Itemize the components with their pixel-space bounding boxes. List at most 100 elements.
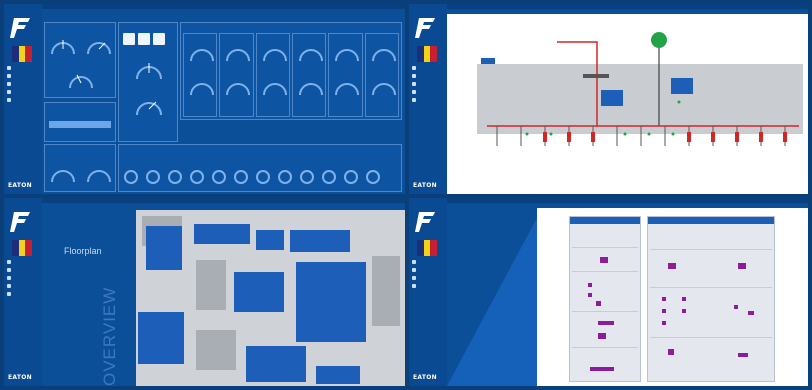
tag-label — [481, 58, 495, 64]
eaton-logo-icon — [415, 18, 435, 38]
floorplan-title: Floorplan — [64, 246, 102, 256]
room[interactable] — [146, 226, 182, 270]
device-marker[interactable] — [738, 263, 746, 269]
gauge — [69, 74, 93, 89]
device-marker[interactable] — [682, 309, 686, 313]
column-header — [570, 217, 640, 224]
top-bar — [42, 198, 405, 203]
trends-icon — [7, 89, 11, 94]
device-marker[interactable] — [748, 311, 754, 315]
eaton-wordmark: EATON — [8, 374, 32, 381]
room[interactable] — [194, 224, 250, 244]
device-marker[interactable] — [600, 257, 608, 263]
nav-item-trends[interactable] — [7, 282, 41, 289]
device-marker[interactable] — [662, 321, 666, 325]
device-marker[interactable] — [590, 367, 614, 371]
device-marker[interactable] — [598, 321, 614, 325]
gauge — [136, 101, 162, 116]
nav-item-alarms[interactable] — [412, 274, 446, 281]
nav-item-home[interactable] — [412, 258, 446, 265]
nav-item-trends[interactable] — [412, 282, 446, 289]
eaton-wordmark: EATON — [8, 182, 32, 189]
room[interactable] — [296, 262, 366, 342]
control-button[interactable] — [138, 33, 150, 45]
supply-gauges-box — [44, 22, 116, 98]
alarms-icon — [412, 81, 416, 86]
eaton-wordmark: EATON — [413, 182, 437, 189]
devices-icon — [7, 267, 11, 272]
control-buttons — [123, 33, 165, 45]
nav-list — [7, 64, 41, 104]
device-marker[interactable] — [734, 305, 738, 309]
single-line-diagram — [477, 32, 803, 146]
nav-item-alarms[interactable] — [7, 80, 41, 87]
devices-icon — [412, 267, 416, 272]
top-bar — [42, 4, 405, 9]
sidebar: EATON — [4, 4, 42, 194]
device-marker[interactable] — [682, 297, 686, 301]
power-quality-box — [44, 102, 116, 142]
home-icon — [412, 259, 416, 264]
device-marker[interactable] — [662, 309, 666, 313]
device-marker[interactable] — [662, 297, 666, 301]
diagram-canvas — [447, 14, 808, 194]
device-marker[interactable] — [738, 353, 748, 357]
nav-item-devices[interactable] — [412, 72, 446, 79]
device-marker[interactable] — [598, 333, 606, 339]
power-quality-bar — [49, 121, 111, 128]
decorative-stripe — [447, 218, 537, 386]
alarms-icon — [7, 275, 11, 280]
transformer-box — [118, 144, 402, 192]
home-icon — [7, 65, 11, 70]
gauge — [51, 40, 75, 55]
switchboard-panel: EATON — [409, 198, 808, 386]
control-button[interactable] — [153, 33, 165, 45]
sidebar: EATON — [409, 198, 447, 386]
column-header — [648, 217, 774, 224]
device-marker[interactable] — [668, 349, 674, 355]
device-marker[interactable] — [668, 263, 676, 269]
room[interactable] — [290, 230, 350, 252]
devices-icon — [7, 73, 11, 78]
device-tile — [601, 90, 623, 106]
bottom-gauges-box — [44, 144, 116, 192]
feeder-card[interactable] — [291, 33, 327, 117]
nav-item-settings[interactable] — [7, 290, 41, 297]
nav-item-trends[interactable] — [412, 88, 446, 95]
room[interactable] — [234, 272, 284, 312]
nav-item-alarms[interactable] — [7, 274, 41, 281]
nav-item-devices[interactable] — [7, 72, 41, 79]
trends-icon — [412, 283, 416, 288]
settings-icon — [7, 97, 11, 102]
nav-item-devices[interactable] — [7, 266, 41, 273]
feeder-row — [183, 33, 399, 117]
room[interactable] — [246, 346, 306, 382]
top-bar — [447, 4, 808, 9]
nav-item-home[interactable] — [7, 258, 41, 265]
room[interactable] — [256, 230, 284, 250]
nav-item-home[interactable] — [412, 64, 446, 71]
nav-item-settings[interactable] — [7, 96, 41, 103]
sidebar: EATON — [4, 198, 42, 386]
feeder-card[interactable] — [183, 33, 218, 117]
device-marker[interactable] — [596, 301, 601, 306]
device-marker[interactable] — [588, 293, 592, 297]
device-marker[interactable] — [588, 283, 592, 287]
floorplan-panel: EATON Floorplan OVERVIEW — [4, 198, 405, 386]
feeder-card[interactable] — [255, 33, 290, 117]
feeder-card[interactable] — [364, 33, 399, 117]
dashboard-panel: EATON — [4, 4, 405, 194]
room[interactable] — [138, 312, 184, 364]
nav-list — [412, 258, 446, 290]
room[interactable] — [316, 366, 360, 384]
control-button[interactable] — [123, 33, 135, 45]
flag-icon — [417, 46, 438, 62]
nav-item-alarms[interactable] — [412, 80, 446, 87]
nav-item-home[interactable] — [7, 64, 41, 71]
feeder-card[interactable] — [328, 33, 363, 117]
trends-icon — [7, 283, 11, 288]
nav-item-trends[interactable] — [7, 88, 41, 95]
nav-item-devices[interactable] — [412, 266, 446, 273]
feeder-card[interactable] — [219, 33, 254, 117]
nav-item-settings[interactable] — [412, 96, 446, 103]
